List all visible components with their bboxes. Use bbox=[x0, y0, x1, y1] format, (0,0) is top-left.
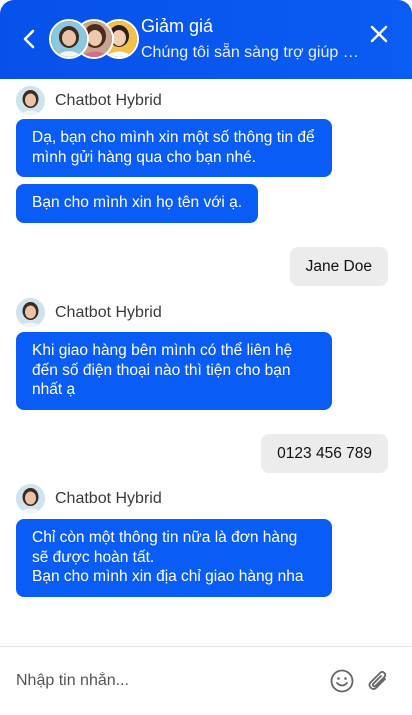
user-message-bubble: Jane Doe bbox=[289, 247, 388, 286]
avatar bbox=[49, 19, 89, 59]
message-input[interactable] bbox=[16, 665, 306, 697]
smiley-icon bbox=[330, 669, 354, 693]
agent-avatars bbox=[49, 19, 139, 59]
bot-sender: Chatbot Hybrid bbox=[16, 86, 162, 115]
attach-button[interactable] bbox=[364, 667, 392, 695]
message-list[interactable]: Chatbot Hybrid Dạ, bạn cho mình xin một … bbox=[0, 79, 412, 646]
bot-avatar bbox=[16, 298, 45, 327]
bot-message-bubble: Dạ, bạn cho mình xin một số thông tin để… bbox=[16, 119, 332, 177]
bot-message-bubble: Chỉ còn một thông tin nữa là đơn hàng sẽ… bbox=[16, 519, 332, 597]
bot-sender: Chatbot Hybrid bbox=[16, 484, 162, 513]
chat-title: Giảm giá bbox=[141, 16, 214, 36]
back-button[interactable] bbox=[14, 24, 44, 54]
close-button[interactable] bbox=[364, 19, 394, 49]
user-message-bubble: 0123 456 789 bbox=[261, 434, 388, 473]
paperclip-icon bbox=[368, 670, 387, 690]
bot-message-bubble: Khi giao hàng bên mình có thể liên hệ đế… bbox=[16, 332, 332, 410]
bot-message-bubble: Bạn cho mình xin họ tên với ạ. bbox=[16, 184, 259, 223]
bot-avatar bbox=[16, 86, 45, 115]
chevron-left-icon bbox=[23, 29, 35, 49]
composer bbox=[0, 647, 412, 715]
chat-subtitle: Chúng tôi sẵn sàng trợ giúp bạn bbox=[141, 44, 359, 61]
bot-avatar bbox=[16, 484, 45, 513]
sender-name: Chatbot Hybrid bbox=[55, 91, 162, 109]
bot-sender: Chatbot Hybrid bbox=[16, 298, 162, 327]
close-icon bbox=[370, 25, 388, 43]
sender-name: Chatbot Hybrid bbox=[55, 489, 162, 507]
chat-widget: Giảm giá Chúng tôi sẵn sàng trợ giúp bạn… bbox=[0, 0, 412, 715]
chat-header: Giảm giá Chúng tôi sẵn sàng trợ giúp bạn bbox=[0, 0, 412, 79]
sender-name: Chatbot Hybrid bbox=[55, 303, 162, 321]
emoji-button[interactable] bbox=[329, 668, 355, 694]
